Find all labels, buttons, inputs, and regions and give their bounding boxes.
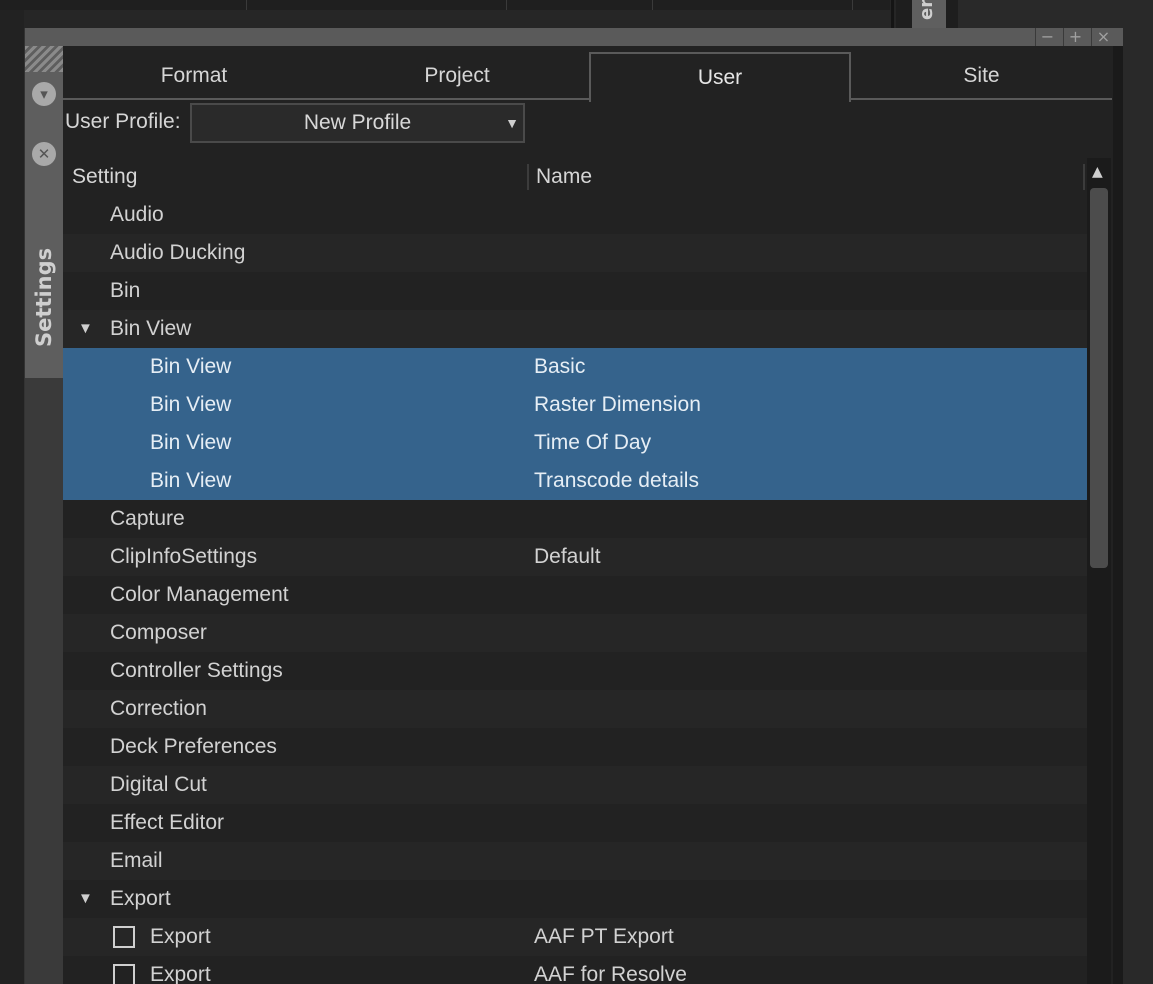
column-resize-handle[interactable] [1083, 164, 1085, 190]
table-row[interactable]: Effect Editor [63, 804, 1087, 842]
row-checkbox[interactable] [113, 964, 135, 984]
settings-content: Format Project User Site User Profile: N… [63, 46, 1123, 984]
setting-cell: Audio [110, 203, 164, 226]
table-row[interactable]: ▼ Bin View [63, 310, 1087, 348]
vertical-scrollbar[interactable]: ▲ [1087, 158, 1111, 984]
setting-cell: Deck Preferences [110, 735, 277, 758]
setting-cell: ClipInfoSettings [110, 545, 258, 568]
row-checkbox[interactable] [113, 926, 135, 948]
setting-cell: Bin [110, 279, 141, 302]
setting-cell: Capture [110, 507, 185, 530]
expand-triangle-icon[interactable]: ▼ [78, 880, 93, 918]
settings-window: − + × ▾ ✕ Settings Format Project User S… [24, 28, 1123, 984]
setting-cell: Bin View [150, 393, 232, 416]
minimize-button[interactable]: − [1035, 28, 1059, 46]
table-row[interactable]: Composer [63, 614, 1087, 652]
user-profile-select[interactable]: New Profile ▼ [190, 103, 525, 143]
setting-cell: Email [110, 849, 163, 872]
tab-project[interactable]: Project [325, 52, 589, 100]
maximize-button[interactable]: + [1063, 28, 1087, 46]
column-header-setting[interactable]: Setting [72, 158, 137, 196]
setting-cell: Bin View [150, 355, 232, 378]
table-row[interactable]: Audio [63, 196, 1087, 234]
table-row[interactable]: Capture [63, 500, 1087, 538]
tab-format[interactable]: Format [63, 52, 325, 100]
table-row[interactable]: Color Management [63, 576, 1087, 614]
setting-cell: Bin View [150, 431, 232, 454]
scroll-up-icon[interactable]: ▲ [1092, 164, 1103, 180]
dropdown-arrow-icon: ▼ [505, 115, 519, 131]
setting-cell: Correction [110, 697, 207, 720]
setting-cell: Composer [110, 621, 207, 644]
setting-cell: Export [150, 963, 211, 984]
name-cell: Transcode details [534, 469, 699, 492]
user-profile-value: New Profile [303, 111, 412, 134]
settings-tabs: Format Project User Site [63, 46, 1113, 102]
setting-cell: Bin View [110, 317, 192, 340]
table-row[interactable]: ClipInfoSettings Default [63, 538, 1087, 576]
table-row[interactable]: Correction [63, 690, 1087, 728]
table-row[interactable]: Bin View Basic [63, 348, 1087, 386]
setting-cell: Controller Settings [110, 659, 283, 682]
column-resize-handle[interactable] [527, 164, 529, 190]
background-toolbar-strip [0, 0, 890, 10]
tab-site[interactable]: Site [851, 52, 1112, 100]
chevron-down-icon[interactable]: ▾ [32, 82, 56, 106]
close-button[interactable]: × [1091, 28, 1115, 46]
table-row[interactable]: Export AAF for Resolve [63, 956, 1087, 984]
name-cell: Basic [534, 355, 586, 378]
table-row[interactable]: Bin View Transcode details [63, 462, 1087, 500]
name-cell: AAF for Resolve [534, 963, 687, 984]
table-header: Setting Name [63, 158, 1087, 196]
table-row[interactable]: Audio Ducking [63, 234, 1087, 272]
table-row[interactable]: Bin [63, 272, 1087, 310]
close-circle-icon[interactable]: ✕ [32, 142, 56, 166]
expand-triangle-icon[interactable]: ▼ [78, 310, 93, 348]
settings-sidebar: ▾ ✕ Settings [25, 46, 63, 984]
window-titlebar[interactable]: − + × [25, 28, 1123, 46]
background-side-tab-label: er [916, 0, 937, 20]
setting-cell: Export [150, 925, 211, 948]
name-cell: Default [534, 545, 601, 568]
user-profile-label: User Profile: [65, 110, 181, 133]
background-left-column [0, 10, 24, 984]
background-side-tab[interactable]: er [912, 0, 946, 30]
table-row[interactable]: Controller Settings [63, 652, 1087, 690]
setting-cell: Bin View [150, 469, 232, 492]
sidebar-grip[interactable] [25, 46, 63, 72]
table-body: Audio Audio Ducking Bin ▼ Bin View Bin View Ba… [63, 196, 1087, 984]
table-row[interactable]: Bin View Raster Dimension [63, 386, 1087, 424]
setting-cell: Audio Ducking [110, 241, 246, 264]
setting-cell: Export [110, 887, 171, 910]
column-header-name[interactable]: Name [536, 158, 592, 196]
window-right-edge [1113, 46, 1123, 984]
name-cell: Time Of Day [534, 431, 652, 454]
scrollbar-thumb[interactable] [1090, 188, 1108, 568]
table-row[interactable]: Digital Cut [63, 766, 1087, 804]
app-root: er − + × ▾ ✕ Settings Format Project Use… [0, 0, 1153, 984]
settings-table: Setting Name Audio Audio Ducking Bin ▼ Bin V… [63, 158, 1087, 984]
table-row[interactable]: Email [63, 842, 1087, 880]
background-divider [891, 0, 894, 30]
setting-cell: Color Management [110, 583, 289, 606]
setting-cell: Effect Editor [110, 811, 225, 834]
table-row[interactable]: Bin View Time Of Day [63, 424, 1087, 462]
sidebar-title-text: Settings [32, 247, 56, 347]
table-row[interactable]: Export AAF PT Export [63, 918, 1087, 956]
name-cell: AAF PT Export [534, 925, 674, 948]
tab-user[interactable]: User [589, 52, 851, 102]
setting-cell: Digital Cut [110, 773, 207, 796]
name-cell: Raster Dimension [534, 393, 701, 416]
table-row[interactable]: Deck Preferences [63, 728, 1087, 766]
sidebar-lower [25, 378, 63, 984]
table-row[interactable]: ▼ Export [63, 880, 1087, 918]
